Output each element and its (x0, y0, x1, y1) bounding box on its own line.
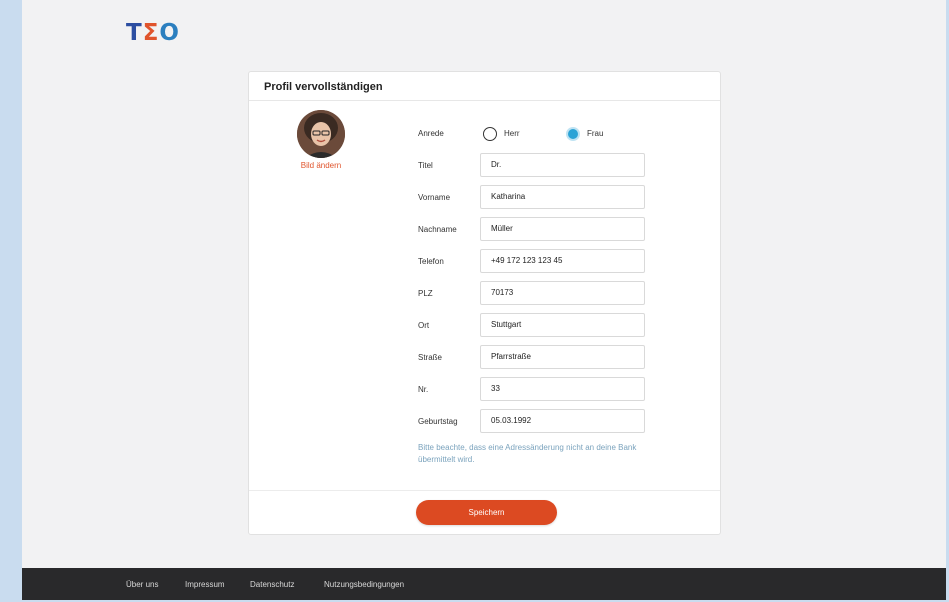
divider (249, 490, 720, 491)
save-button[interactable]: Speichern (416, 500, 557, 525)
city-field[interactable]: Stuttgart (480, 313, 645, 337)
footer-link-about[interactable]: Über uns (126, 568, 158, 602)
number-label: Nr. (418, 385, 429, 394)
card-title: Profil vervollständigen (249, 72, 720, 101)
teo-logo[interactable]: TΣO (126, 20, 180, 46)
last-name-label: Nachname (418, 225, 457, 234)
avatar[interactable] (297, 110, 345, 158)
footer-link-terms[interactable]: Nutzungsbedingungen (324, 568, 404, 602)
footer-link-imprint[interactable]: Impressum (185, 568, 225, 602)
birthday-field[interactable]: 05.03.1992 (480, 409, 645, 433)
footer: Über uns Impressum Datenschutz Nutzungsb… (22, 568, 946, 600)
salutation-label: Anrede (418, 129, 444, 138)
first-name-field[interactable]: Katharina (480, 185, 645, 209)
birthday-label: Geburtstag (418, 417, 458, 426)
street-label: Straße (418, 353, 443, 362)
footer-link-privacy[interactable]: Datenschutz (250, 568, 294, 602)
number-field[interactable]: 33 (480, 377, 645, 401)
city-label: Ort (418, 321, 430, 330)
last-name-field[interactable]: Müller (480, 217, 645, 241)
radio-frau[interactable] (566, 127, 580, 141)
radio-herr[interactable] (483, 127, 497, 141)
zip-field[interactable]: 70173 (480, 281, 645, 305)
address-note: Bitte beachte, dass eine Adressänderung … (418, 443, 637, 464)
zip-label: PLZ (418, 289, 433, 298)
first-name-label: Vorname (418, 193, 451, 202)
title-field[interactable]: Dr. (480, 153, 645, 177)
page-background: TΣO Profil vervollständigen Bild ändern … (22, 0, 946, 600)
radio-frau-label[interactable]: Frau (587, 124, 603, 144)
phone-label: Telefon (418, 257, 444, 266)
radio-herr-label[interactable]: Herr (504, 124, 520, 144)
title-label: Titel (418, 161, 433, 170)
profile-card: Profil vervollständigen Bild ändern Anre… (248, 71, 721, 535)
change-photo-link[interactable]: Bild ändern (279, 161, 363, 170)
avatar-portrait-icon (297, 110, 345, 158)
phone-field[interactable]: +49 172 123 123 45 (480, 249, 645, 273)
street-field[interactable]: Pfarrstraße (480, 345, 645, 369)
